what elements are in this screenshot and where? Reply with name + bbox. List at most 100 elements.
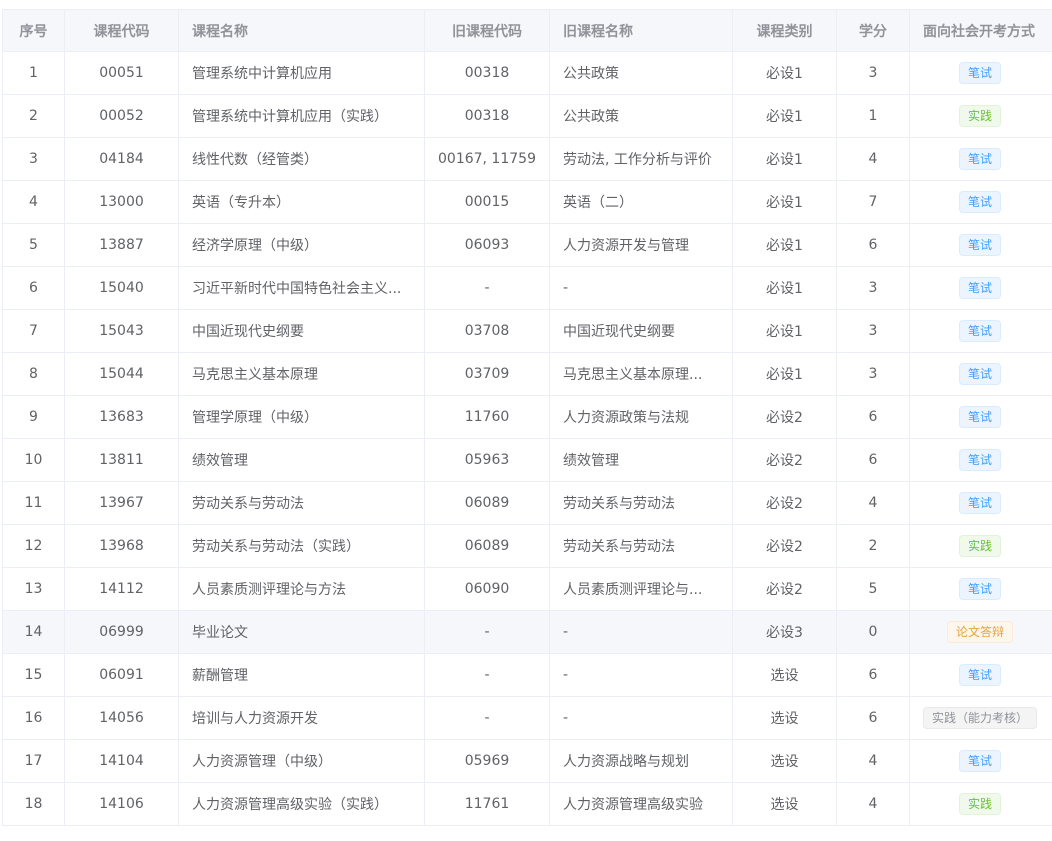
course-table: 序号 课程代码 课程名称 旧课程代码 旧课程名称 课程类别 学分 面向社会开考方… — [2, 9, 1052, 826]
cell-code: 06999 — [65, 611, 179, 654]
header-old-code[interactable]: 旧课程代码 — [425, 10, 550, 52]
cell-old-name: 劳动关系与劳动法 — [550, 482, 733, 525]
cell-old-name: 人力资源战略与规划 — [550, 740, 733, 783]
cell-no: 16 — [3, 697, 65, 740]
cell-credit: 7 — [837, 181, 910, 224]
cell-mode: 笔试 — [910, 353, 1052, 396]
cell-old-name: 劳动法, 工作分析与评价 — [550, 138, 733, 181]
cell-mode: 笔试 — [910, 740, 1052, 783]
table-row[interactable]: 513887经济学原理（中级）06093人力资源开发与管理必设16笔试 — [3, 224, 1052, 267]
cell-old-name: - — [550, 697, 733, 740]
cell-no: 8 — [3, 353, 65, 396]
cell-old-name: 公共政策 — [550, 95, 733, 138]
exam-mode-tag: 笔试 — [959, 191, 1001, 213]
cell-old-name: 人力资源政策与法规 — [550, 396, 733, 439]
header-no[interactable]: 序号 — [3, 10, 65, 52]
cell-mode: 实践 — [910, 783, 1052, 826]
cell-old-code: 11760 — [425, 396, 550, 439]
exam-mode-tag: 笔试 — [959, 664, 1001, 686]
table-row[interactable]: 1614056培训与人力资源开发--选设6实践（能力考核） — [3, 697, 1052, 740]
cell-name: 中国近现代史纲要 — [179, 310, 425, 353]
cell-old-name: 英语（二） — [550, 181, 733, 224]
cell-old-code: - — [425, 611, 550, 654]
table-row[interactable]: 1506091薪酬管理--选设6笔试 — [3, 654, 1052, 697]
cell-credit: 0 — [837, 611, 910, 654]
cell-mode: 实践 — [910, 95, 1052, 138]
cell-old-name: 劳动关系与劳动法 — [550, 525, 733, 568]
cell-category: 必设2 — [733, 525, 837, 568]
cell-old-code: 06089 — [425, 525, 550, 568]
exam-mode-tag: 笔试 — [959, 449, 1001, 471]
table-row[interactable]: 1013811绩效管理05963绩效管理必设26笔试 — [3, 439, 1052, 482]
table-row[interactable]: 715043中国近现代史纲要03708中国近现代史纲要必设13笔试 — [3, 310, 1052, 353]
cell-code: 14112 — [65, 568, 179, 611]
cell-category: 必设1 — [733, 52, 837, 95]
table-row[interactable]: 1213968劳动关系与劳动法（实践）06089劳动关系与劳动法必设22实践 — [3, 525, 1052, 568]
cell-code: 06091 — [65, 654, 179, 697]
table-row[interactable]: 1113967劳动关系与劳动法06089劳动关系与劳动法必设24笔试 — [3, 482, 1052, 525]
cell-no: 18 — [3, 783, 65, 826]
header-code[interactable]: 课程代码 — [65, 10, 179, 52]
header-row: 序号 课程代码 课程名称 旧课程代码 旧课程名称 课程类别 学分 面向社会开考方… — [3, 10, 1052, 52]
cell-category: 选设 — [733, 783, 837, 826]
cell-name: 人力资源管理高级实验（实践） — [179, 783, 425, 826]
cell-category: 必设1 — [733, 181, 837, 224]
cell-name: 经济学原理（中级） — [179, 224, 425, 267]
cell-old-code: 06089 — [425, 482, 550, 525]
cell-mode: 笔试 — [910, 138, 1052, 181]
table-row[interactable]: 1406999毕业论文--必设30论文答辩 — [3, 611, 1052, 654]
cell-credit: 3 — [837, 353, 910, 396]
header-mode[interactable]: 面向社会开考方式 — [910, 10, 1052, 52]
cell-credit: 6 — [837, 654, 910, 697]
cell-code: 00051 — [65, 52, 179, 95]
cell-name: 英语（专升本） — [179, 181, 425, 224]
cell-mode: 论文答辩 — [910, 611, 1052, 654]
cell-no: 7 — [3, 310, 65, 353]
cell-code: 13968 — [65, 525, 179, 568]
cell-credit: 1 — [837, 95, 910, 138]
cell-credit: 6 — [837, 439, 910, 482]
cell-mode: 笔试 — [910, 267, 1052, 310]
cell-name: 劳动关系与劳动法（实践） — [179, 525, 425, 568]
cell-no: 6 — [3, 267, 65, 310]
cell-category: 必设1 — [733, 95, 837, 138]
cell-category: 必设1 — [733, 224, 837, 267]
cell-code: 15043 — [65, 310, 179, 353]
exam-mode-tag: 论文答辩 — [947, 621, 1013, 643]
cell-category: 必设1 — [733, 267, 837, 310]
cell-credit: 4 — [837, 482, 910, 525]
cell-mode: 笔试 — [910, 52, 1052, 95]
cell-code: 04184 — [65, 138, 179, 181]
cell-code: 00052 — [65, 95, 179, 138]
table-row[interactable]: 1814106人力资源管理高级实验（实践）11761人力资源管理高级实验选设4实… — [3, 783, 1052, 826]
cell-no: 3 — [3, 138, 65, 181]
table-row[interactable]: 815044马克思主义基本原理03709马克思主义基本原理...必设13笔试 — [3, 353, 1052, 396]
cell-credit: 4 — [837, 138, 910, 181]
cell-no: 4 — [3, 181, 65, 224]
table-row[interactable]: 913683管理学原理（中级）11760人力资源政策与法规必设26笔试 — [3, 396, 1052, 439]
cell-category: 必设2 — [733, 439, 837, 482]
table-row[interactable]: 615040习近平新时代中国特色社会主义...--必设13笔试 — [3, 267, 1052, 310]
header-category[interactable]: 课程类别 — [733, 10, 837, 52]
cell-old-code: - — [425, 697, 550, 740]
cell-category: 必设1 — [733, 353, 837, 396]
table-row[interactable]: 413000英语（专升本）00015英语（二）必设17笔试 — [3, 181, 1052, 224]
table-row[interactable]: 100051管理系统中计算机应用00318公共政策必设13笔试 — [3, 52, 1052, 95]
exam-mode-tag: 笔试 — [959, 62, 1001, 84]
cell-mode: 笔试 — [910, 396, 1052, 439]
cell-old-code: 05963 — [425, 439, 550, 482]
cell-code: 13811 — [65, 439, 179, 482]
header-old-name[interactable]: 旧课程名称 — [550, 10, 733, 52]
cell-mode: 实践（能力考核） — [910, 697, 1052, 740]
table-row[interactable]: 304184线性代数（经管类）00167, 11759劳动法, 工作分析与评价必… — [3, 138, 1052, 181]
header-name[interactable]: 课程名称 — [179, 10, 425, 52]
cell-old-name: 人员素质测评理论与... — [550, 568, 733, 611]
cell-category: 选设 — [733, 697, 837, 740]
header-credit[interactable]: 学分 — [837, 10, 910, 52]
cell-name: 培训与人力资源开发 — [179, 697, 425, 740]
table-row[interactable]: 200052管理系统中计算机应用（实践）00318公共政策必设11实践 — [3, 95, 1052, 138]
cell-name: 薪酬管理 — [179, 654, 425, 697]
table-row[interactable]: 1714104人力资源管理（中级）05969人力资源战略与规划选设4笔试 — [3, 740, 1052, 783]
cell-no: 2 — [3, 95, 65, 138]
table-row[interactable]: 1314112人员素质测评理论与方法06090人员素质测评理论与...必设25笔… — [3, 568, 1052, 611]
